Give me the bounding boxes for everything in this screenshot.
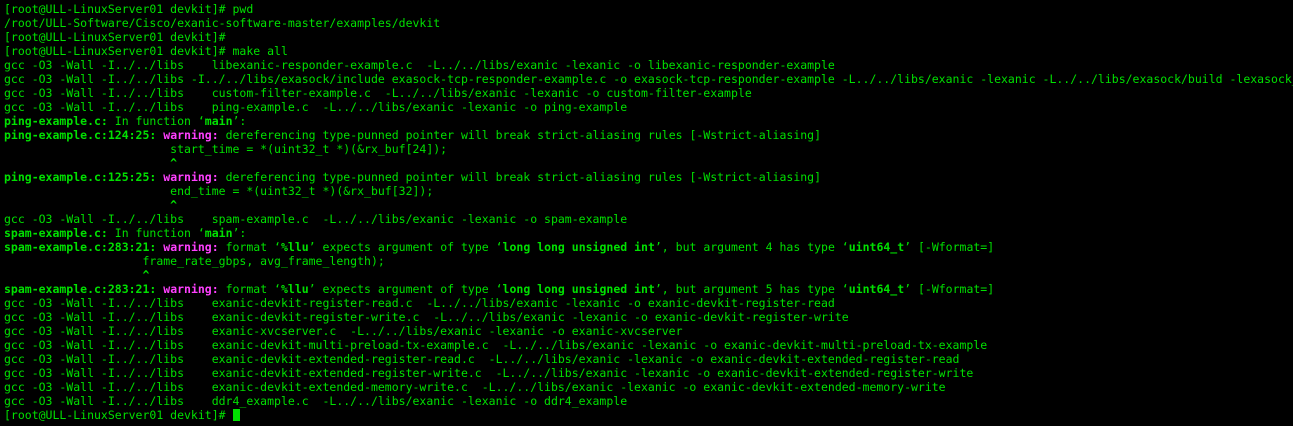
output-text: gcc -O3 -Wall -I../../libs exanic-devkit… <box>4 366 974 380</box>
output-text: gcc -O3 -Wall -I../../libs exanic-devkit… <box>4 310 849 324</box>
output-text: gcc -O3 -Wall -I../../libs exanic-xvcser… <box>4 324 683 338</box>
output-text: ’ [-Wformat=] <box>904 240 995 254</box>
terminal-line: gcc -O3 -Wall -I../../libs exanic-devkit… <box>4 380 1293 394</box>
output-text: gcc -O3 -Wall -I../../libs exanic-devkit… <box>4 338 988 352</box>
output-text: start_time = *(uint32_t *)(&rx_buf[24]); <box>4 142 448 156</box>
bold-text: ^ <box>4 198 178 212</box>
bold-text: ping-example.c: <box>4 114 108 128</box>
output-text: [root@ULL-LinuxServer01 devkit]# <box>4 408 233 422</box>
terminal-line: frame_rate_gbps, avg_frame_length); <box>4 254 1293 268</box>
cursor <box>233 409 241 421</box>
terminal-line: ^ <box>4 268 1293 282</box>
terminal-line: ^ <box>4 198 1293 212</box>
bold-text: ^ <box>4 156 178 170</box>
terminal-window[interactable]: [root@ULL-LinuxServer01 devkit]# pwd/roo… <box>0 0 1293 426</box>
terminal-line: gcc -O3 -Wall -I../../libs exanic-devkit… <box>4 338 1293 352</box>
bold-text: uint64_t <box>848 282 905 296</box>
bold-text: spam-example.c: <box>4 226 108 240</box>
terminal-line: spam-example.c: In function ‘main’: <box>4 226 1293 240</box>
output-text: ’ expects argument of type ‘ <box>308 282 503 296</box>
terminal-line: start_time = *(uint32_t *)(&rx_buf[24]); <box>4 142 1293 156</box>
warning-label: warning: <box>163 240 219 254</box>
output-text: [root@ULL-LinuxServer01 devkit]# pwd <box>4 2 254 16</box>
output-text: ’ [-Wformat=] <box>904 282 995 296</box>
output-text: format ‘ <box>218 282 281 296</box>
terminal-line: [root@ULL-LinuxServer01 devkit]# make al… <box>4 44 1293 58</box>
bold-text: ^ <box>4 268 150 282</box>
output-text: ’, but argument 5 has type ‘ <box>654 282 849 296</box>
output-text: gcc -O3 -Wall -I../../libs spam-example.… <box>4 212 628 226</box>
output-text: [root@ULL-LinuxServer01 devkit]# make al… <box>4 44 288 58</box>
output-text: ’: <box>232 226 247 240</box>
terminal-line: gcc -O3 -Wall -I../../libs ping-example.… <box>4 100 1293 114</box>
bold-text: ping-example.c:125:25: <box>4 170 157 184</box>
output-text: dereferencing type-punned pointer will b… <box>218 128 822 142</box>
terminal-line: spam-example.c:283:21: warning: format ‘… <box>4 282 1293 296</box>
terminal-line: [root@ULL-LinuxServer01 devkit]# <box>4 30 1293 44</box>
terminal-line: ping-example.c: In function ‘main’: <box>4 114 1293 128</box>
bold-text: spam-example.c:283:21: <box>4 282 157 296</box>
output-text: ’, but argument 4 has type ‘ <box>654 240 849 254</box>
output-text: gcc -O3 -Wall -I../../libs exanic-devkit… <box>4 352 960 366</box>
bold-text: spam-example.c:283:21: <box>4 240 157 254</box>
bold-text: long long unsigned int <box>502 282 655 296</box>
terminal-line: ping-example.c:125:25: warning: derefere… <box>4 170 1293 184</box>
bold-text: %llu <box>280 240 309 254</box>
output-text: ’ expects argument of type ‘ <box>308 240 503 254</box>
terminal-line: gcc -O3 -Wall -I../../libs ddr4_example.… <box>4 394 1293 408</box>
terminal-line: [root@ULL-LinuxServer01 devkit]# pwd <box>4 2 1293 16</box>
terminal-line: gcc -O3 -Wall -I../../libs exanic-devkit… <box>4 296 1293 310</box>
output-text: /root/ULL-Software/Cisco/exanic-software… <box>4 16 441 30</box>
terminal-line: /root/ULL-Software/Cisco/exanic-software… <box>4 16 1293 30</box>
bold-text: long long unsigned int <box>502 240 655 254</box>
output-text: gcc -O3 -Wall -I../../libs libexanic-res… <box>4 58 835 72</box>
warning-label: warning: <box>163 128 219 142</box>
output-text: gcc -O3 -Wall -I../../libs exanic-devkit… <box>4 296 835 310</box>
terminal-line: spam-example.c:283:21: warning: format ‘… <box>4 240 1293 254</box>
output-text: In function ‘ <box>107 114 205 128</box>
terminal-line: gcc -O3 -Wall -I../../libs custom-filter… <box>4 86 1293 100</box>
output-text: gcc -O3 -Wall -I../../libs exanic-devkit… <box>4 380 946 394</box>
terminal-line: gcc -O3 -Wall -I../../libs exanic-xvcser… <box>4 324 1293 338</box>
terminal-line: ^ <box>4 156 1293 170</box>
terminal-line: gcc -O3 -Wall -I../../libs exanic-devkit… <box>4 310 1293 324</box>
warning-label: warning: <box>163 282 219 296</box>
output-text: gcc -O3 -Wall -I../../libs custom-filter… <box>4 86 752 100</box>
terminal-line: gcc -O3 -Wall -I../../libs exanic-devkit… <box>4 366 1293 380</box>
terminal-line: [root@ULL-LinuxServer01 devkit]# <box>4 408 1293 422</box>
bold-text: main <box>204 114 233 128</box>
terminal-line: gcc -O3 -Wall -I../../libs libexanic-res… <box>4 58 1293 72</box>
output-text: dereferencing type-punned pointer will b… <box>218 170 822 184</box>
output-text: [root@ULL-LinuxServer01 devkit]# <box>4 30 233 44</box>
terminal-line: ping-example.c:124:25: warning: derefere… <box>4 128 1293 142</box>
bold-text: uint64_t <box>848 240 905 254</box>
bold-text: %llu <box>280 282 309 296</box>
terminal-line: gcc -O3 -Wall -I../../libs -I../../libs/… <box>4 72 1293 86</box>
terminal-line: end_time = *(uint32_t *)(&rx_buf[32]); <box>4 184 1293 198</box>
bold-text: main <box>204 226 233 240</box>
bold-text: ping-example.c:124:25: <box>4 128 157 142</box>
warning-label: warning: <box>163 170 219 184</box>
terminal-line: gcc -O3 -Wall -I../../libs exanic-devkit… <box>4 352 1293 366</box>
output-text: end_time = *(uint32_t *)(&rx_buf[32]); <box>4 184 434 198</box>
output-text: gcc -O3 -Wall -I../../libs -I../../libs/… <box>4 72 1293 86</box>
output-text: frame_rate_gbps, avg_frame_length); <box>4 254 385 268</box>
output-text: ’: <box>232 114 247 128</box>
terminal-line: gcc -O3 -Wall -I../../libs spam-example.… <box>4 212 1293 226</box>
output-text: In function ‘ <box>107 226 205 240</box>
output-text: gcc -O3 -Wall -I../../libs ping-example.… <box>4 100 628 114</box>
output-text: format ‘ <box>218 240 281 254</box>
output-text: gcc -O3 -Wall -I../../libs ddr4_example.… <box>4 394 628 408</box>
